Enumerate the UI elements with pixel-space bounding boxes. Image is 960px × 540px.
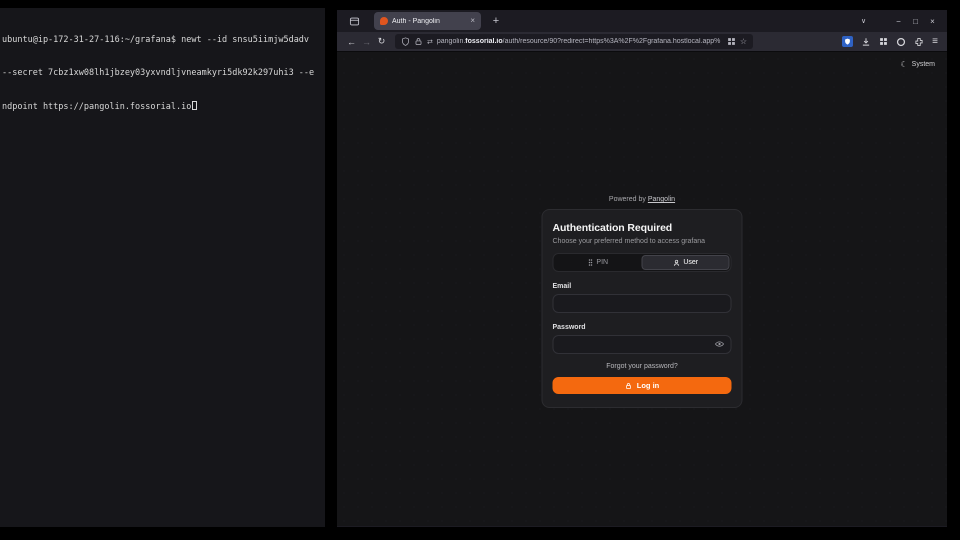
forward-button[interactable]: → bbox=[359, 37, 374, 47]
browser-window: Auth - Pangolin × + ∨ − □ × ← → ↻ ⇄ pang… bbox=[337, 10, 947, 527]
page-content: ☾ System Powered by Pangolin Authenticat… bbox=[337, 52, 947, 526]
auth-card: Authentication Required Choose your pref… bbox=[542, 209, 743, 408]
url-bar[interactable]: ⇄ pangolin.fossorial.io/auth/resource/90… bbox=[395, 34, 753, 49]
show-password-eye-icon[interactable] bbox=[715, 339, 725, 349]
window-close-button[interactable]: × bbox=[924, 17, 941, 26]
user-icon bbox=[672, 259, 680, 267]
card-title: Authentication Required bbox=[553, 222, 732, 234]
back-button[interactable]: ← bbox=[344, 37, 359, 47]
minimize-button[interactable]: − bbox=[890, 17, 907, 26]
window-controls: ∨ − □ × bbox=[855, 17, 947, 26]
powered-by: Powered by Pangolin bbox=[542, 196, 743, 203]
theme-label: System bbox=[912, 61, 935, 68]
pangolin-link[interactable]: Pangolin bbox=[648, 196, 675, 203]
lock-icon[interactable] bbox=[414, 37, 423, 46]
container-grid-icon[interactable] bbox=[727, 37, 736, 46]
reload-button[interactable]: ↻ bbox=[374, 36, 389, 47]
moon-icon: ☾ bbox=[900, 60, 907, 69]
login-lock-icon bbox=[625, 382, 633, 390]
keypad-icon bbox=[587, 258, 593, 267]
new-tab-button[interactable]: + bbox=[487, 12, 505, 30]
tab-user[interactable]: User bbox=[641, 255, 730, 270]
tab-title: Auth - Pangolin bbox=[392, 18, 466, 25]
downloads-icon[interactable] bbox=[861, 37, 871, 47]
pangolin-favicon-icon bbox=[380, 17, 388, 25]
password-manager-extension-icon[interactable] bbox=[842, 36, 853, 47]
extension-circle-icon[interactable] bbox=[896, 37, 906, 47]
login-button[interactable]: Log in bbox=[553, 377, 732, 394]
terminal-line: ubuntu@ip-172-31-27-116:~/grafana$ newt … bbox=[2, 35, 323, 46]
bookmark-star-icon[interactable]: ☆ bbox=[740, 37, 747, 46]
tab-pin[interactable]: PIN bbox=[555, 255, 642, 270]
desktop: ubuntu@ip-172-31-27-116:~/grafana$ newt … bbox=[0, 0, 960, 540]
password-label: Password bbox=[553, 324, 732, 331]
terminal-cursor bbox=[192, 101, 197, 110]
tab-close-icon[interactable]: × bbox=[470, 17, 475, 25]
auth-method-tabs: PIN User bbox=[553, 253, 732, 272]
url-text: pangolin.fossorial.io/auth/resource/90?r… bbox=[437, 38, 723, 45]
tab-bar: Auth - Pangolin × + ∨ − □ × bbox=[337, 10, 947, 32]
card-subtitle: Choose your preferred method to access g… bbox=[553, 238, 732, 245]
email-label: Email bbox=[553, 283, 732, 290]
menu-icon[interactable]: ≡ bbox=[932, 36, 938, 47]
terminal-line: ndpoint https://pangolin.fossorial.io bbox=[2, 101, 323, 113]
terminal-window[interactable]: ubuntu@ip-172-31-27-116:~/grafana$ newt … bbox=[0, 8, 325, 527]
maximize-button[interactable]: □ bbox=[907, 17, 924, 26]
tab-list-chevron-icon[interactable]: ∨ bbox=[855, 17, 872, 25]
password-field[interactable] bbox=[553, 335, 732, 354]
toolbar-extensions: ≡ bbox=[842, 36, 940, 47]
terminal-line: --secret 7cbz1xw08lh1jbzey03yxvndljvneam… bbox=[2, 68, 323, 79]
forgot-password-link[interactable]: Forgot your password? bbox=[553, 363, 732, 370]
browser-toolbar: ← → ↻ ⇄ pangolin.fossorial.io/auth/resou… bbox=[337, 32, 947, 52]
tab-auth-pangolin[interactable]: Auth - Pangolin × bbox=[374, 12, 481, 30]
firefox-view-icon[interactable] bbox=[345, 12, 363, 30]
extensions-grid-icon[interactable] bbox=[879, 37, 888, 46]
shield-icon[interactable] bbox=[401, 37, 410, 46]
extension-puzzle-icon[interactable] bbox=[914, 37, 924, 47]
auth-container: Powered by Pangolin Authentication Requi… bbox=[542, 196, 743, 408]
swap-arrows-icon[interactable]: ⇄ bbox=[427, 38, 433, 46]
theme-toggle[interactable]: ☾ System bbox=[900, 60, 935, 69]
email-field[interactable] bbox=[553, 294, 732, 313]
